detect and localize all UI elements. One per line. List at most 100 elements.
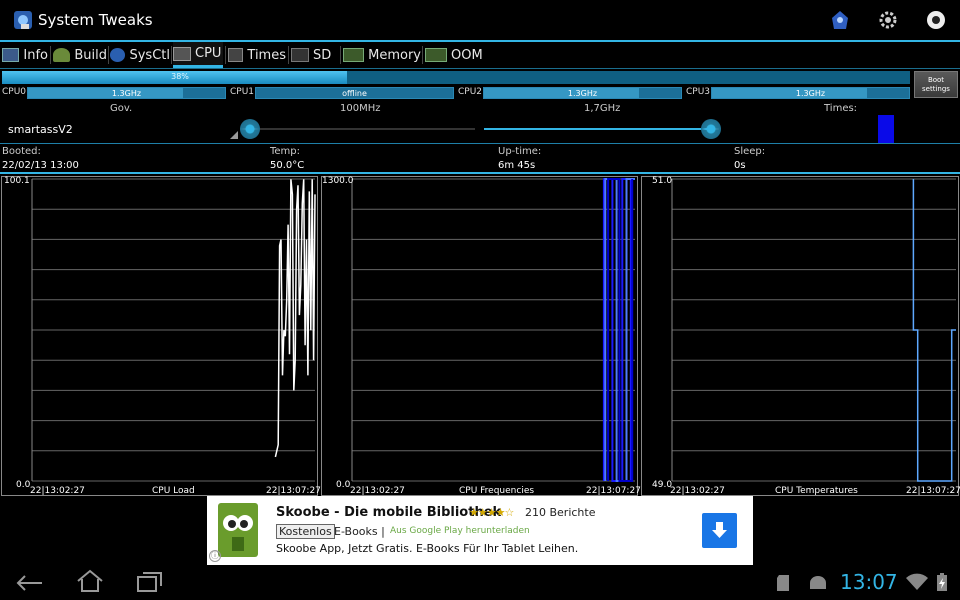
cpu-load-bar: 38% xyxy=(2,71,910,84)
cpu0-value: 1.3GHz xyxy=(111,89,142,98)
tab-oom[interactable]: OOM xyxy=(425,42,487,68)
tab-build[interactable]: Build xyxy=(53,42,107,68)
x-end-label: 22|13:07:27 xyxy=(586,486,641,496)
power-icon[interactable] xyxy=(926,10,946,30)
temp-value: 50.0°C xyxy=(270,160,305,171)
times-indicator xyxy=(878,115,894,143)
cpu2-bar: 1.3GHz xyxy=(483,87,682,99)
ad-description: Skoobe App, Jetzt Gratis. E-Books Für Ih… xyxy=(276,542,579,555)
chip-icon xyxy=(173,46,191,61)
tab-sd[interactable]: SD xyxy=(291,42,339,68)
max-freq-fill xyxy=(484,128,710,130)
min-freq-track xyxy=(240,128,475,130)
ad-review-count: 210 Berichte xyxy=(525,506,596,519)
sd-card-icon xyxy=(291,48,309,62)
cpu0-bar: 1.3GHz xyxy=(27,87,226,99)
memory-icon xyxy=(343,48,365,62)
x-start-label: 22|13:02:27 xyxy=(670,486,725,496)
graph-canvas xyxy=(671,178,956,482)
settings-gear-icon[interactable] xyxy=(878,10,898,30)
cpu2-label: CPU2 xyxy=(458,87,483,97)
divider xyxy=(0,172,960,174)
booted-value: 22/02/13 13:00 xyxy=(2,160,79,171)
ad-info-icon[interactable]: ⓘ xyxy=(209,550,221,562)
series-line-0 xyxy=(274,179,316,458)
app-logo-icon xyxy=(14,11,32,29)
graph-canvas xyxy=(31,178,316,482)
min-freq-slider[interactable] xyxy=(240,119,260,139)
skoobe-logo-icon xyxy=(218,503,258,557)
app-title: System Tweaks xyxy=(38,11,153,29)
x-end-label: 22|13:07:27 xyxy=(266,486,321,496)
action-bar: System Tweaks xyxy=(0,0,960,42)
tab-label: Info xyxy=(23,47,48,63)
x-start-label: 22|13:02:27 xyxy=(30,486,85,496)
times-label: Times: xyxy=(824,103,858,114)
cpu-temperature-graph: 51.0 49.0 22|13:02:27 CPU Temperatures 2… xyxy=(641,176,960,496)
governor-value: smartassV2 xyxy=(8,123,73,136)
temp-label: Temp: xyxy=(270,146,301,157)
tab-label: Memory xyxy=(368,47,421,63)
cpu-core-row: CPU0 1.3GHz CPU1 offline CPU2 1.3GHz CPU… xyxy=(0,86,910,100)
cpu2-value: 1.3GHz xyxy=(567,89,598,98)
tab-memory[interactable]: Memory xyxy=(343,42,421,68)
y-max-label: 100.1 xyxy=(4,176,30,186)
divider xyxy=(0,143,960,144)
wifi-icon xyxy=(906,573,928,590)
ad-banner[interactable]: Skoobe - Die mobile Bibliothek ★★★★☆ 210… xyxy=(207,496,753,565)
tab-bar: Info Build SysCtl CPU Times SD Memory OO… xyxy=(0,42,960,68)
memory-icon xyxy=(425,48,447,62)
cpu3-label: CPU3 xyxy=(686,87,711,97)
x-start-label: 22|13:02:27 xyxy=(350,486,405,496)
android-debug-icon xyxy=(810,576,826,589)
graph-title: CPU Load xyxy=(152,486,195,496)
min-freq-label: 100MHz xyxy=(340,103,381,114)
battery-charging-icon xyxy=(937,573,947,591)
y-min-label: 0.0 xyxy=(336,480,351,490)
tab-times[interactable]: Times xyxy=(228,42,286,68)
max-freq-label: 1,7GHz xyxy=(584,103,621,114)
home-icon[interactable] xyxy=(76,569,104,593)
rocket-icon[interactable] xyxy=(830,10,850,30)
gov-label: Gov. xyxy=(110,103,133,114)
cpu0-label: CPU0 xyxy=(2,87,27,97)
recent-apps-icon[interactable] xyxy=(136,571,164,593)
tab-label: OOM xyxy=(451,47,483,63)
monitor-icon xyxy=(2,48,20,62)
cpu-frequency-graph: 1300.0 0.0 22|13:02:27 CPU Frequencies 2… xyxy=(321,176,641,496)
ad-price-badge: Kostenlos xyxy=(276,524,335,539)
android-icon xyxy=(53,48,71,62)
uptime-value: 6m 45s xyxy=(498,160,536,171)
y-min-label: 0.0 xyxy=(16,480,31,490)
tab-info[interactable]: Info xyxy=(2,42,48,68)
ad-category: E-Books | xyxy=(334,525,385,538)
cpu-load-percent: 38% xyxy=(171,72,189,81)
ad-download-button[interactable] xyxy=(702,513,737,548)
tab-label: SysCtl xyxy=(129,47,170,63)
tab-cpu[interactable]: CPU xyxy=(173,42,223,68)
uptime-label: Up-time: xyxy=(498,146,542,157)
max-freq-slider[interactable] xyxy=(701,119,721,139)
cpu1-value: offline xyxy=(342,89,367,98)
back-icon[interactable] xyxy=(16,573,44,593)
status-clock: 13:07 xyxy=(840,570,898,594)
tab-label: SD xyxy=(313,47,332,63)
boot-settings-button[interactable]: Boot settings xyxy=(914,71,958,98)
tab-label: CPU xyxy=(195,46,222,61)
boot-settings-label-2: settings xyxy=(922,85,950,93)
sd-card-icon xyxy=(777,575,789,591)
spinner-arrow-icon xyxy=(230,131,238,139)
system-nav-bar xyxy=(0,565,960,600)
cpu3-bar: 1.3GHz xyxy=(711,87,910,99)
gear-icon xyxy=(110,48,126,62)
tab-sysctl[interactable]: SysCtl xyxy=(110,42,170,68)
ad-title: Skoobe - Die mobile Bibliothek xyxy=(276,505,502,520)
ad-source: Aus Google Play herunterladen xyxy=(390,526,530,536)
sleep-value: 0s xyxy=(734,160,746,171)
graph-title: CPU Frequencies xyxy=(459,486,535,496)
booted-label: Booted: xyxy=(2,146,41,157)
ad-rating-stars: ★★★★☆ xyxy=(469,506,514,519)
sleep-label: Sleep: xyxy=(734,146,766,157)
x-end-label: 22|13:07:27 xyxy=(906,486,960,496)
boot-settings-label-1: Boot xyxy=(927,76,945,84)
